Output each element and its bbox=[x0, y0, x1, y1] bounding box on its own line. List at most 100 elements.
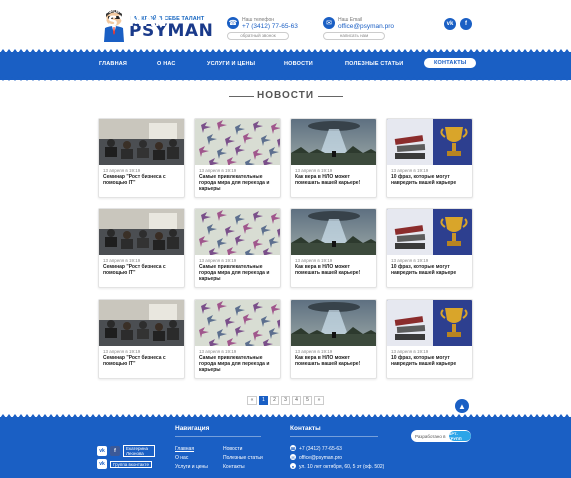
news-card-image[interactable] bbox=[291, 300, 376, 346]
birds-pattern-image bbox=[195, 209, 280, 255]
footer-social-person[interactable]: vk f Екатерина Леонова bbox=[97, 445, 155, 457]
news-card[interactable]: 13 апреля в 19:19 10 фраз, которые могут … bbox=[386, 208, 473, 288]
news-card-title[interactable]: Самые привлекательные города мира для пе… bbox=[199, 174, 279, 192]
developer-label: Разработано в bbox=[415, 433, 446, 439]
arrow-up-icon: ▲ bbox=[458, 401, 466, 411]
footer-link-home[interactable]: Главная bbox=[175, 446, 194, 452]
footer-nav-divider bbox=[175, 436, 261, 437]
footer-social-group-label: Группа вконтакте bbox=[110, 460, 152, 468]
pagination-next[interactable]: » bbox=[314, 396, 324, 405]
news-card[interactable]: 13 апреля в 19:19 10 фраз, которые могут … bbox=[386, 299, 473, 379]
news-card-image[interactable] bbox=[387, 300, 472, 346]
footer-link-news[interactable]: Новости bbox=[223, 446, 242, 452]
news-card-image[interactable] bbox=[291, 209, 376, 255]
vk-icon[interactable]: vk bbox=[444, 18, 456, 30]
email-value[interactable]: office@psyman.pro bbox=[338, 23, 394, 30]
site-header: РАСКРОЙ В СЕБЕ ТАЛАНТ PSYMAN ☎ Наш телеф… bbox=[0, 0, 571, 52]
vk-icon: vk bbox=[97, 446, 107, 456]
news-card[interactable]: 13 апреля в 19:19 Самые привлекательные г… bbox=[194, 208, 281, 288]
news-card-title[interactable]: Самые привлекательные города мира для пе… bbox=[199, 264, 279, 282]
news-card[interactable]: 13 апреля в 19:19 Как вера в НЛО может по… bbox=[290, 118, 377, 198]
facebook-icon: f bbox=[110, 446, 120, 456]
news-card-title[interactable]: Как вера в НЛО может помешать вашей карь… bbox=[295, 264, 375, 276]
footer-contacts-divider bbox=[290, 436, 378, 437]
write-us-button[interactable]: написать нам bbox=[323, 32, 385, 40]
nav-item-about[interactable]: О НАС bbox=[157, 61, 176, 67]
phone-icon: ☎ bbox=[290, 445, 296, 451]
news-card-date: 13 апреля в 19:19 bbox=[103, 349, 141, 354]
nav-zigzag-top bbox=[0, 49, 571, 53]
footer-link-contacts[interactable]: Контакты bbox=[223, 464, 245, 470]
news-card-date: 13 апреля в 19:19 bbox=[295, 168, 333, 173]
news-card-image[interactable] bbox=[195, 209, 280, 255]
title-line-right bbox=[318, 96, 343, 97]
nav-item-articles[interactable]: ПОЛЕЗНЫЕ СТАТЬИ bbox=[345, 61, 403, 67]
news-card-image[interactable] bbox=[195, 119, 280, 165]
footer-email[interactable]: office@psyman.pro bbox=[299, 455, 342, 461]
news-card-date: 13 апреля в 19:19 bbox=[295, 349, 333, 354]
footer-link-about[interactable]: О нас bbox=[175, 455, 188, 461]
nav-item-home[interactable]: ГЛАВНАЯ bbox=[99, 61, 127, 67]
news-card[interactable]: 13 апреля в 19:19 Семинар "Рост бизнеса с… bbox=[98, 299, 185, 379]
pagination-page[interactable]: 2 bbox=[270, 396, 279, 405]
news-card-date: 13 апреля в 19:19 bbox=[199, 349, 237, 354]
trophy-image bbox=[387, 300, 472, 346]
news-card-image[interactable] bbox=[99, 119, 184, 165]
news-card-image[interactable] bbox=[387, 209, 472, 255]
site-footer bbox=[0, 414, 571, 478]
news-card-image[interactable] bbox=[195, 300, 280, 346]
news-card-title[interactable]: Самые привлекательные города мира для пе… bbox=[199, 355, 279, 373]
birds-pattern-image bbox=[195, 119, 280, 165]
news-card-title[interactable]: Как вера в НЛО может помешать вашей карь… bbox=[295, 355, 375, 367]
footer-link-services[interactable]: Услуги и цены bbox=[175, 464, 208, 470]
location-icon: ● bbox=[290, 463, 296, 469]
pagination-page[interactable]: 4 bbox=[292, 396, 301, 405]
news-card-image[interactable] bbox=[387, 119, 472, 165]
seminar-image bbox=[99, 119, 184, 165]
news-card-image[interactable] bbox=[291, 119, 376, 165]
pagination-page[interactable]: 1 bbox=[259, 396, 268, 405]
news-card-date: 13 апреля в 19:19 bbox=[391, 349, 429, 354]
scroll-to-top-button[interactable]: ▲ bbox=[455, 399, 469, 413]
footer-logo[interactable]: PSYMAN bbox=[97, 14, 167, 30]
pagination-prev[interactable]: « bbox=[247, 396, 257, 405]
news-card-image[interactable] bbox=[99, 300, 184, 346]
news-card[interactable]: 13 апреля в 19:19 Семинар "Рост бизнеса с… bbox=[98, 208, 185, 288]
news-card-title[interactable]: Семинар "Рост бизнеса с помощью IT" bbox=[103, 174, 183, 186]
footer-phone[interactable]: +7 (3412) 77-65-63 bbox=[299, 446, 342, 452]
news-card-title[interactable]: 10 фраз, которые могут навредить вашей к… bbox=[391, 355, 471, 367]
mail-icon: ✉ bbox=[323, 17, 335, 29]
nav-item-news[interactable]: НОВОСТИ bbox=[284, 61, 313, 67]
callback-button[interactable]: обратный звонок bbox=[227, 32, 289, 40]
nav-zigzag-bottom bbox=[0, 77, 571, 81]
phone-value[interactable]: +7 (3412) 77-65-63 bbox=[242, 23, 298, 30]
seminar-image bbox=[99, 300, 184, 346]
footer-link-articles[interactable]: Полезные статьи bbox=[223, 455, 263, 461]
footer-social-group[interactable]: vk Группа вконтакте bbox=[97, 459, 152, 469]
developer-badge[interactable]: Разработано в АРТ-ГРУПП bbox=[411, 430, 471, 442]
news-card[interactable]: 13 апреля в 19:19 Самые привлекательные г… bbox=[194, 118, 281, 198]
news-card-title[interactable]: Как вера в НЛО может помешать вашей карь… bbox=[295, 174, 375, 186]
footer-zigzag bbox=[0, 414, 571, 418]
news-card-title[interactable]: Семинар "Рост бизнеса с помощью IT" bbox=[103, 264, 183, 276]
ufo-image bbox=[291, 119, 376, 165]
news-card-date: 13 апреля в 19:19 bbox=[391, 168, 429, 173]
news-card-title[interactable]: 10 фраз, которые могут навредить вашей к… bbox=[391, 264, 471, 276]
trophy-image bbox=[387, 119, 472, 165]
nav-item-contacts[interactable]: КОНТАКТЫ bbox=[424, 58, 477, 68]
news-card[interactable]: 13 апреля в 19:19 10 фраз, которые могут … bbox=[386, 118, 473, 198]
seminar-image bbox=[99, 209, 184, 255]
news-card[interactable]: 13 апреля в 19:19 Самые привлекательные г… bbox=[194, 299, 281, 379]
news-card[interactable]: 13 апреля в 19:19 Как вера в НЛО может по… bbox=[290, 299, 377, 379]
mail-icon: ✉ bbox=[290, 454, 296, 460]
news-card-image[interactable] bbox=[99, 209, 184, 255]
nav-item-services[interactable]: УСЛУГИ И ЦЕНЫ bbox=[207, 61, 255, 67]
news-card-title[interactable]: Семинар "Рост бизнеса с помощью IT" bbox=[103, 355, 183, 367]
news-card[interactable]: 13 апреля в 19:19 Как вера в НЛО может по… bbox=[290, 208, 377, 288]
pagination-page[interactable]: 5 bbox=[303, 396, 312, 405]
facebook-icon[interactable]: f bbox=[460, 18, 472, 30]
pagination-page[interactable]: 3 bbox=[281, 396, 290, 405]
news-card[interactable]: 13 апреля в 19:19 Семинар "Рост бизнеса с… bbox=[98, 118, 185, 198]
news-card-date: 13 апреля в 19:19 bbox=[103, 168, 141, 173]
news-card-title[interactable]: 10 фраз, которые могут навредить вашей к… bbox=[391, 174, 471, 186]
